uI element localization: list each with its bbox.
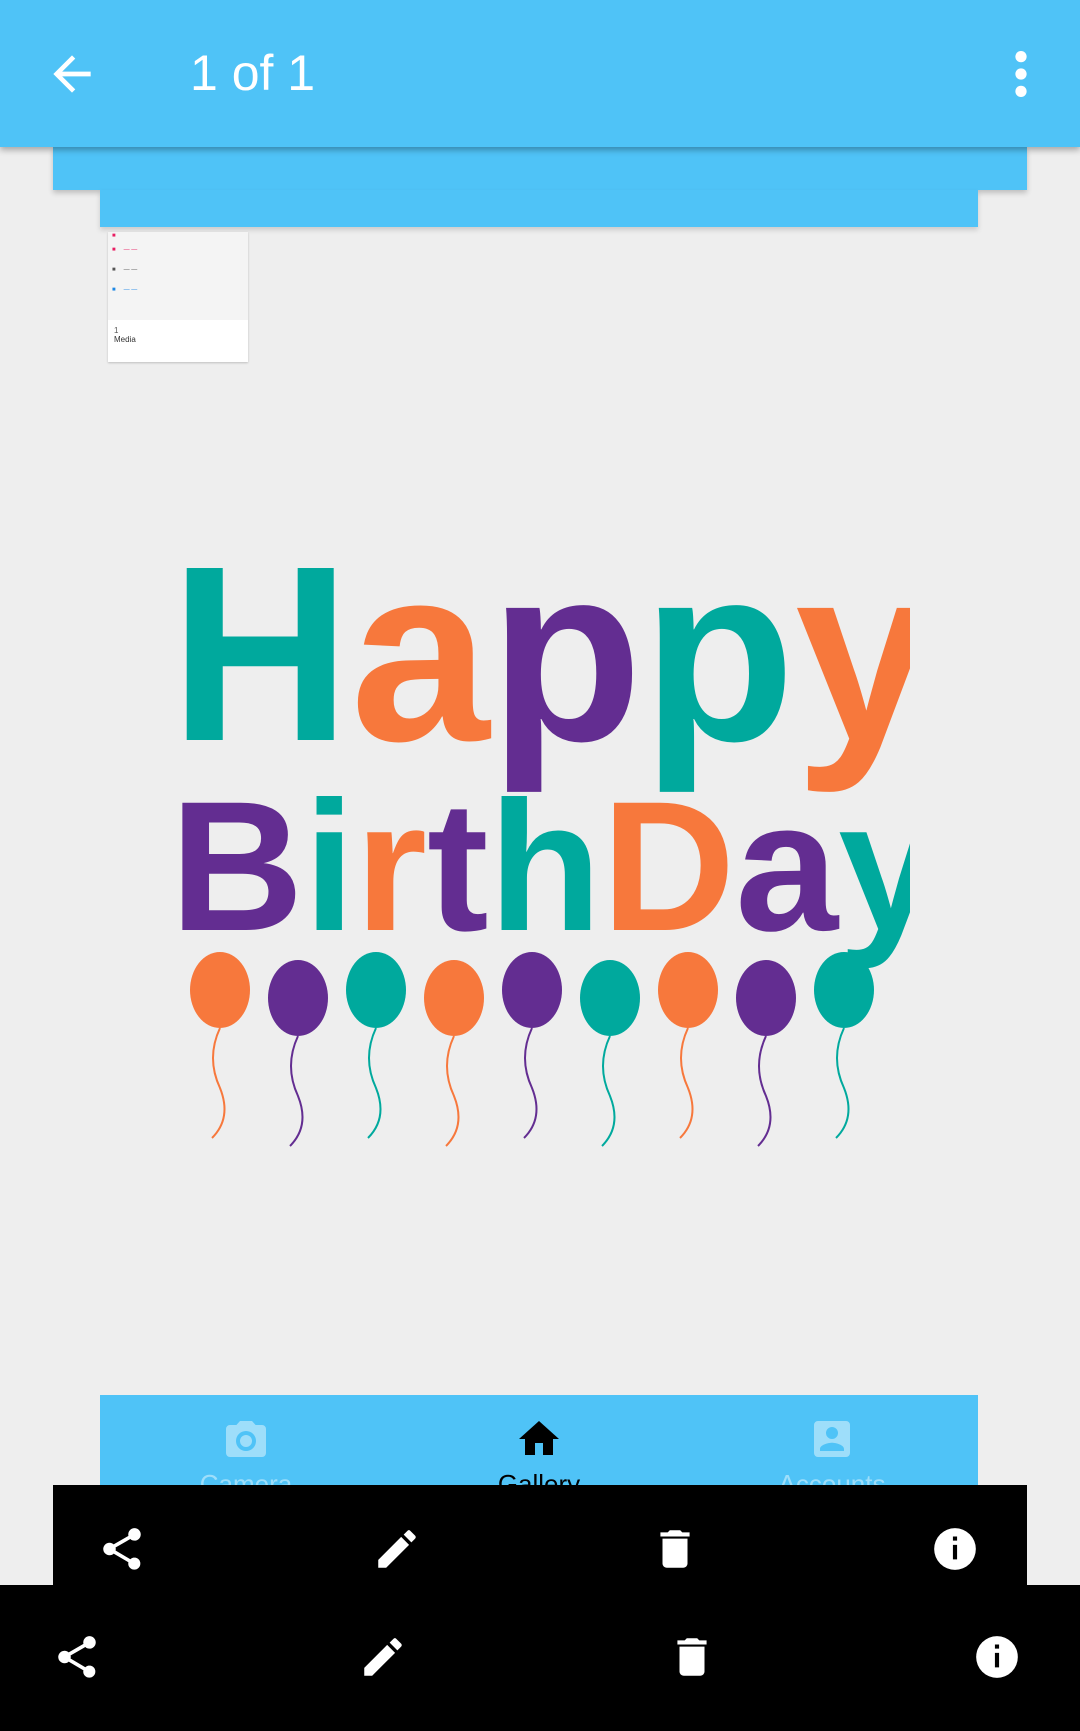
nested-app-bar-2 [100, 190, 978, 227]
share-icon[interactable] [52, 1632, 102, 1682]
arrow-back-icon[interactable] [44, 46, 100, 102]
info-icon[interactable] [930, 1524, 980, 1574]
happy-text: Happy [170, 514, 910, 793]
happy-birthday-image: Happy BirthDay [170, 514, 910, 1147]
balloon [502, 952, 562, 1139]
camera-icon [226, 1421, 266, 1457]
balloon [346, 952, 406, 1139]
balloon [190, 952, 250, 1139]
balloon [814, 952, 874, 1139]
balloon [580, 960, 640, 1147]
balloon [268, 960, 328, 1147]
balloon [424, 960, 484, 1147]
birthday-text: BirthDay [170, 764, 910, 970]
delete-icon[interactable] [667, 1632, 717, 1682]
more-vert-icon[interactable] [1006, 48, 1036, 100]
delete-icon[interactable] [650, 1524, 700, 1574]
home-icon [519, 1421, 559, 1455]
edit-icon[interactable] [372, 1524, 422, 1574]
thumbnail-label: Media [114, 335, 136, 344]
balloon [736, 960, 796, 1147]
nav-item-gallery[interactable]: Gallery [393, 1395, 685, 1499]
nested-app-bar [53, 147, 1027, 190]
info-icon[interactable] [972, 1632, 1022, 1682]
app-bar: 1 of 1 [0, 0, 1080, 147]
nav-item-camera[interactable]: Camera [100, 1395, 392, 1499]
balloon [658, 952, 718, 1139]
thumbnail-count: 1 [114, 326, 119, 335]
nav-item-accounts[interactable]: Accounts [686, 1395, 978, 1499]
action-bar [0, 1585, 1080, 1731]
page-title: 1 of 1 [190, 45, 316, 101]
account-box-icon [814, 1421, 850, 1457]
inner-action-bar [53, 1485, 1027, 1585]
thumbnail-preview: ■ ■ — — ■ — — ■ — — 1 Media [108, 232, 248, 362]
share-icon[interactable] [97, 1524, 147, 1574]
edit-icon[interactable] [358, 1632, 408, 1682]
bottom-navigation: Camera Gallery Accounts [100, 1395, 978, 1499]
